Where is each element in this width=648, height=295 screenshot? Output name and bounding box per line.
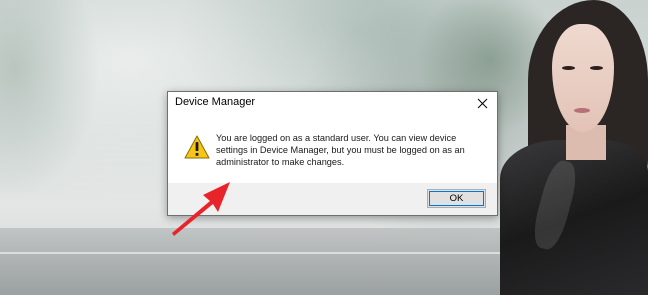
dialog-message: You are logged on as a standard user. Yo… <box>216 133 465 168</box>
desktop-background: Device Manager You are logged on as a st… <box>0 0 648 295</box>
wallpaper-road-line <box>0 252 520 254</box>
dialog-body: You are logged on as a standard user. Yo… <box>168 114 497 184</box>
wallpaper-person-jacket <box>500 140 648 295</box>
close-icon <box>477 98 487 108</box>
wallpaper-person-lips <box>574 108 590 113</box>
red-arrow-icon <box>172 182 230 236</box>
warning-icon <box>184 135 210 159</box>
ok-button-label: OK <box>449 193 464 204</box>
dialog-title: Device Manager <box>175 96 256 108</box>
dialog-titlebar[interactable]: Device Manager <box>168 92 497 114</box>
ok-button[interactable]: OK <box>427 189 486 208</box>
wallpaper-foliage-left <box>0 0 150 230</box>
close-button[interactable] <box>469 92 495 114</box>
wallpaper-person-eye-left <box>562 66 575 70</box>
wallpaper-person-eye-right <box>590 66 603 70</box>
